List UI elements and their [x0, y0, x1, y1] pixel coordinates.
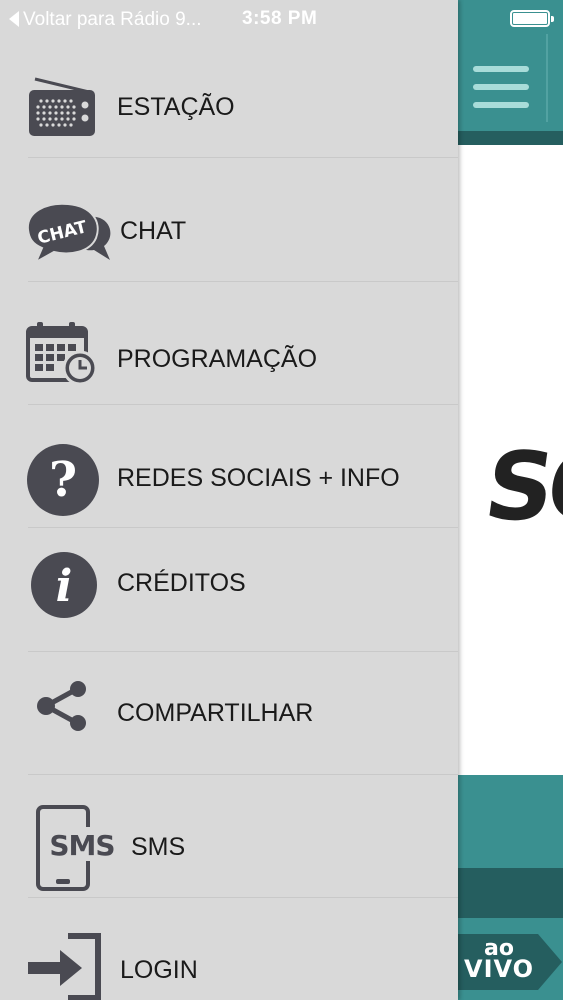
info-icon: i	[31, 552, 97, 618]
status-time: 3:58 PM	[242, 8, 318, 29]
menu-item-label: CHAT	[120, 217, 187, 245]
menu-item-creditos[interactable]: i CRÉDITOS	[0, 528, 458, 651]
radio-icon	[29, 77, 95, 136]
menu-item-programacao[interactable]: PROGRAMAÇÃO	[0, 282, 458, 404]
menu-item-label: REDES SOCIAIS + INFO	[117, 464, 400, 492]
side-drawer: ESTAÇÃO CHAT CHAT PROGRAMAÇÃO ? REDES SO…	[0, 0, 458, 1000]
menu-item-label: PROGRAMAÇÃO	[117, 345, 318, 373]
menu-item-label: CRÉDITOS	[117, 569, 246, 597]
menu-item-redes-sociais[interactable]: ? REDES SOCIAIS + INFO	[0, 405, 458, 527]
sms-icon-text: SMS	[49, 829, 114, 862]
question-icon-text: ?	[49, 452, 77, 508]
menu-item-sms[interactable]: SMS SMS	[0, 775, 458, 897]
menu-item-label: LOGIN	[120, 956, 198, 984]
status-bar: Voltar para Rádio 9... 3:58 PM	[0, 0, 563, 38]
calendar-clock-icon	[26, 322, 98, 386]
battery-icon	[510, 10, 554, 27]
back-to-app-link[interactable]: Voltar para Rádio 9...	[9, 9, 202, 31]
app-player-band	[458, 775, 563, 868]
menu-item-chat[interactable]: CHAT CHAT	[0, 158, 458, 281]
live-button-line2: VIVO	[464, 955, 535, 983]
hamburger-menu-icon[interactable]	[473, 66, 529, 110]
app-player-strip	[458, 868, 563, 918]
live-button[interactable]: ao VIVO	[458, 934, 563, 990]
chat-bubble-icon: CHAT	[26, 202, 111, 265]
app-content: SO	[458, 145, 563, 775]
question-icon: ?	[27, 444, 99, 516]
menu-item-compartilhar[interactable]: COMPARTILHAR	[0, 652, 458, 774]
menu-item-label: COMPARTILHAR	[117, 699, 314, 727]
login-arrow-icon	[28, 933, 101, 1000]
back-arrow-icon	[9, 11, 19, 27]
app-header-underline	[458, 131, 563, 145]
sms-phone-icon: SMS	[36, 805, 116, 891]
menu-item-label: ESTAÇÃO	[117, 93, 235, 121]
menu-item-label: SMS	[131, 833, 186, 861]
menu-item-login[interactable]: LOGIN	[0, 898, 458, 1000]
menu-item-estacao[interactable]: ESTAÇÃO	[0, 60, 458, 157]
back-to-app-label: Voltar para Rádio 9...	[23, 9, 202, 30]
share-icon	[37, 681, 86, 731]
app-header-divider	[546, 34, 548, 122]
station-logo: SO	[478, 433, 563, 542]
info-icon-text: i	[56, 561, 73, 612]
